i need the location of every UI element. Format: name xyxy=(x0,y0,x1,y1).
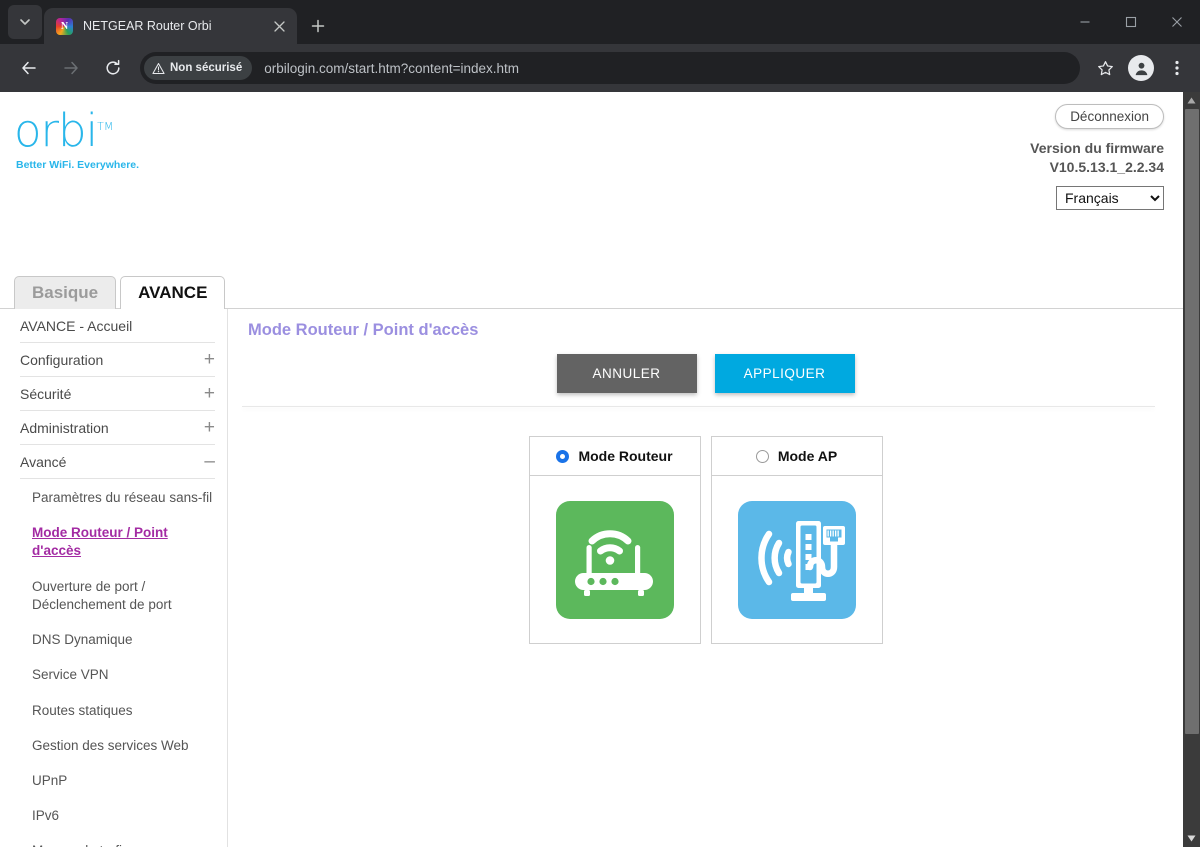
tab-avance[interactable]: AVANCE xyxy=(120,276,226,309)
sidebar-item-vpn-service[interactable]: Service VPN xyxy=(32,666,213,684)
new-tab-button[interactable] xyxy=(303,11,333,41)
sidebar-item-upnp[interactable]: UPnP xyxy=(32,772,213,790)
url-text[interactable]: orbilogin.com/start.htm?content=index.ht… xyxy=(264,61,519,76)
sidebar-item-securite[interactable]: Sécurité + xyxy=(20,377,215,411)
router-icon xyxy=(555,500,674,619)
sidebar-groups: AVANCE - Accueil Configuration + Sécurit… xyxy=(0,309,227,479)
browser-window: N NETGEAR Router Orbi Non sécurisé orbil… xyxy=(0,0,1200,847)
orbi-logo: orbiTM Better WiFi. Everywhere. xyxy=(14,108,139,171)
close-icon[interactable] xyxy=(269,16,289,36)
sidebar-item-label: AVANCE - Accueil xyxy=(20,317,133,334)
minimize-icon[interactable] xyxy=(1062,0,1108,44)
radio-ap-mode[interactable] xyxy=(755,449,769,463)
radio-router-mode[interactable] xyxy=(556,449,570,463)
sidebar-item-router-ap-mode[interactable]: Mode Routeur / Point d'accès xyxy=(32,524,213,560)
action-button-row: ANNULER APPLIQUER xyxy=(228,354,1183,393)
security-status-label: Non sécurisé xyxy=(170,62,243,74)
sidebar-item-label: Configuration xyxy=(20,351,104,368)
sidebar-item-port-forwarding[interactable]: Ouverture de port / Déclenchement de por… xyxy=(32,578,213,614)
trademark-mark: TM xyxy=(97,120,114,133)
sidebar-item-label: Administration xyxy=(20,419,109,436)
header-right: Déconnexion Version du firmware V10.5.13… xyxy=(1030,104,1164,210)
sidebar-sub-items: Paramètres du réseau sans-fil Mode Route… xyxy=(0,479,227,847)
minus-icon: – xyxy=(204,451,215,472)
mode-card-group: Mode Routeur Mode AP xyxy=(228,436,1183,644)
tab-basique[interactable]: Basique xyxy=(14,276,117,309)
window-close-icon[interactable] xyxy=(1154,0,1200,44)
scrollbar-thumb[interactable] xyxy=(1185,109,1199,734)
netgear-favicon-icon: N xyxy=(56,17,73,35)
card-ap-mode-body xyxy=(712,476,882,643)
access-point-icon xyxy=(737,500,856,619)
browser-toolbar: Non sécurisé orbilogin.com/start.htm?con… xyxy=(0,44,1200,92)
apply-button[interactable]: APPLIQUER xyxy=(714,354,855,393)
address-bar[interactable]: Non sécurisé orbilogin.com/start.htm?con… xyxy=(140,52,1080,84)
logout-button[interactable]: Déconnexion xyxy=(1055,104,1164,129)
firmware-version-value: V10.5.13.1_2.2.34 xyxy=(1049,158,1164,175)
page-scrollbar[interactable] xyxy=(1183,92,1200,847)
warning-triangle-icon xyxy=(152,62,165,74)
language-select[interactable]: Français xyxy=(1056,185,1164,210)
main-content: Mode Routeur / Point d'accès ANNULER APP… xyxy=(228,309,1183,847)
card-ap-mode[interactable]: Mode AP xyxy=(710,436,883,644)
tab-title: NETGEAR Router Orbi xyxy=(83,19,212,33)
scroll-up-arrow-icon[interactable] xyxy=(1183,92,1200,109)
scrollbar-track[interactable] xyxy=(1183,109,1200,830)
star-icon[interactable] xyxy=(1090,53,1120,83)
tab-search-icon[interactable] xyxy=(8,5,42,39)
cancel-button[interactable]: ANNULER xyxy=(556,354,697,393)
logo-wordmark: orbi xyxy=(14,104,98,157)
body-area: AVANCE - Accueil Configuration + Sécurit… xyxy=(0,309,1183,847)
browser-tab[interactable]: N NETGEAR Router Orbi xyxy=(44,8,297,44)
back-arrow-icon[interactable] xyxy=(13,52,45,84)
main-tab-bar: Basique AVANCE xyxy=(14,276,226,309)
forward-arrow-icon[interactable] xyxy=(55,52,87,84)
sidebar-item-avance[interactable]: Avancé – xyxy=(20,445,215,479)
sidebar: AVANCE - Accueil Configuration + Sécurit… xyxy=(0,309,228,847)
profile-avatar-icon[interactable] xyxy=(1128,55,1154,81)
three-dot-menu-icon[interactable] xyxy=(1162,53,1192,83)
sidebar-item-ipv6[interactable]: IPv6 xyxy=(32,807,213,825)
plus-icon: + xyxy=(203,383,215,404)
card-router-mode[interactable]: Mode Routeur xyxy=(528,436,701,644)
sidebar-item-traffic-meter[interactable]: Mesure de trafic xyxy=(32,842,213,847)
sidebar-item-dynamic-dns[interactable]: DNS Dynamique xyxy=(32,631,213,649)
card-ap-mode-label: Mode AP xyxy=(777,448,838,464)
sidebar-item-configuration[interactable]: Configuration + xyxy=(20,343,215,377)
page-title: Mode Routeur / Point d'accès xyxy=(248,321,479,339)
card-router-mode-body xyxy=(530,476,700,643)
security-status-chip[interactable]: Non sécurisé xyxy=(144,56,253,80)
window-controls xyxy=(1062,0,1200,44)
sidebar-item-label: Avancé xyxy=(20,453,67,470)
logo-tagline: Better WiFi. Everywhere. xyxy=(16,159,140,171)
sidebar-item-static-routes[interactable]: Routes statiques xyxy=(32,702,213,720)
card-ap-mode-header[interactable]: Mode AP xyxy=(711,437,882,476)
card-router-mode-header[interactable]: Mode Routeur xyxy=(529,437,700,476)
scroll-down-arrow-icon[interactable] xyxy=(1183,830,1200,847)
sidebar-item-wireless-settings[interactable]: Paramètres du réseau sans-fil xyxy=(32,489,213,507)
maximize-icon[interactable] xyxy=(1108,0,1154,44)
sidebar-item-administration[interactable]: Administration + xyxy=(20,411,215,445)
reload-icon[interactable] xyxy=(97,52,129,84)
firmware-version-label: Version du firmware xyxy=(1030,140,1164,156)
plus-icon: + xyxy=(203,349,215,370)
card-router-mode-label: Mode Routeur xyxy=(578,448,673,464)
orbi-header: orbiTM Better WiFi. Everywhere. Déconnex… xyxy=(0,92,1183,222)
tab-strip: N NETGEAR Router Orbi xyxy=(0,0,1200,44)
sidebar-item-avance-accueil[interactable]: AVANCE - Accueil xyxy=(20,309,215,343)
sidebar-item-remote-management[interactable]: Gestion des services Web xyxy=(32,737,213,755)
orbi-admin-page: orbiTM Better WiFi. Everywhere. Déconnex… xyxy=(0,92,1183,847)
sidebar-item-label: Sécurité xyxy=(20,385,72,402)
section-divider xyxy=(242,406,1155,407)
page-viewport: orbiTM Better WiFi. Everywhere. Déconnex… xyxy=(0,92,1200,847)
plus-icon: + xyxy=(203,417,215,438)
